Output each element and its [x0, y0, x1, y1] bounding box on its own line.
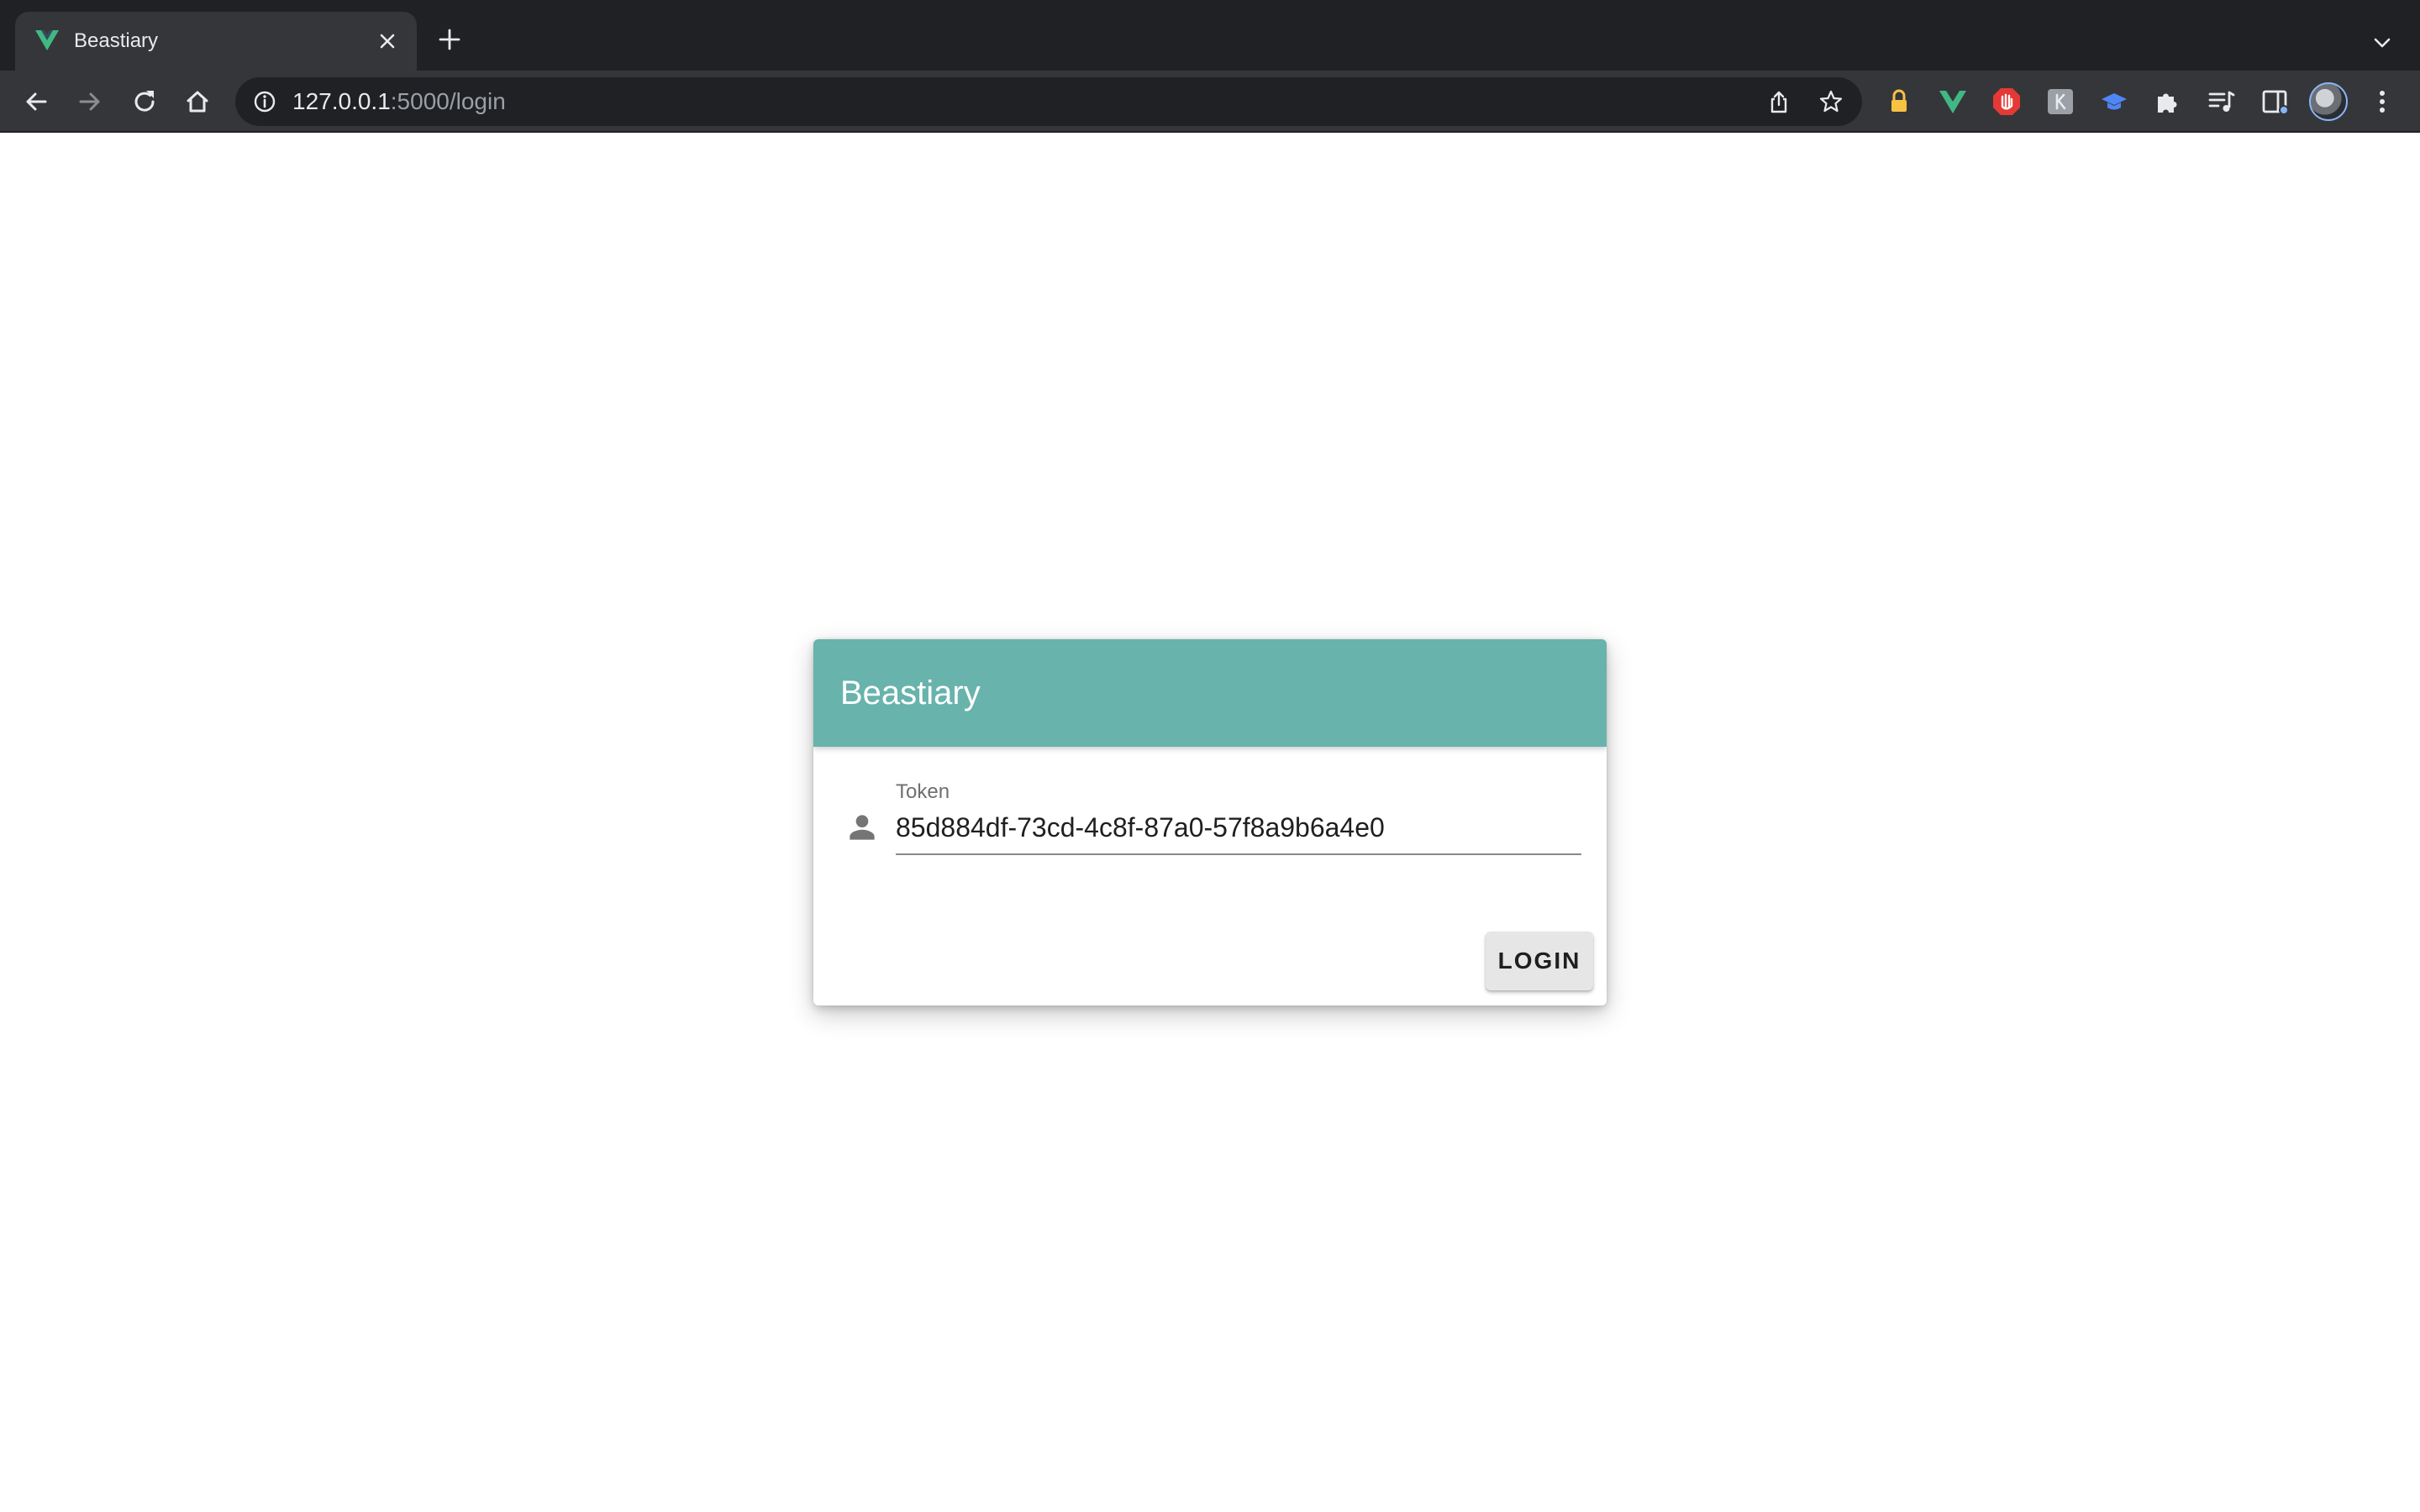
chrome-menu-icon[interactable]	[2366, 86, 2398, 118]
tab-title: Beastiary	[74, 29, 159, 52]
blue-graduation-cap-icon[interactable]	[2098, 86, 2130, 118]
tab-search-chevron-icon[interactable]	[2370, 30, 2395, 55]
reload-icon[interactable]	[129, 86, 160, 118]
login-card: Beastiary Token LOGIN	[813, 639, 1607, 1005]
token-input[interactable]	[896, 806, 1581, 849]
card-title: Beastiary	[840, 675, 981, 711]
url-host: 127.0.0.1	[292, 88, 391, 114]
forward-icon[interactable]	[74, 86, 106, 118]
browser-toolbar: 127.0.0.1:5000/login	[0, 71, 2420, 133]
new-tab-icon[interactable]	[437, 27, 462, 52]
profile-avatar[interactable]	[2309, 82, 2348, 121]
token-underline	[896, 853, 1581, 855]
close-tab-icon[interactable]	[375, 29, 400, 54]
lock-extension-icon[interactable]	[1883, 86, 1915, 118]
share-icon[interactable]	[1766, 89, 1791, 114]
bookmark-star-icon[interactable]	[1818, 89, 1844, 114]
vue-logo-icon	[35, 30, 59, 50]
media-control-icon[interactable]	[2206, 86, 2238, 118]
home-icon[interactable]	[182, 86, 213, 118]
address-bar[interactable]: 127.0.0.1:5000/login	[235, 77, 1862, 126]
site-info-icon[interactable]	[252, 89, 277, 114]
back-icon[interactable]	[20, 86, 52, 118]
adblock-icon[interactable]	[1991, 86, 2023, 118]
side-panel-icon[interactable]	[2260, 86, 2291, 118]
browser-tab[interactable]: Beastiary	[15, 12, 417, 71]
login-button[interactable]: LOGIN	[1486, 932, 1593, 990]
browser-tabstrip: Beastiary	[0, 0, 2420, 71]
token-label: Token	[896, 780, 950, 803]
puzzle-icon[interactable]	[2152, 86, 2184, 118]
vue-devtools-icon[interactable]	[1937, 86, 1969, 118]
card-header: Beastiary	[813, 639, 1607, 747]
grey-k-extension-icon[interactable]	[2044, 86, 2076, 118]
url-path: :5000/login	[390, 88, 506, 114]
url-text[interactable]: 127.0.0.1:5000/login	[292, 88, 506, 115]
person-icon	[850, 815, 875, 840]
